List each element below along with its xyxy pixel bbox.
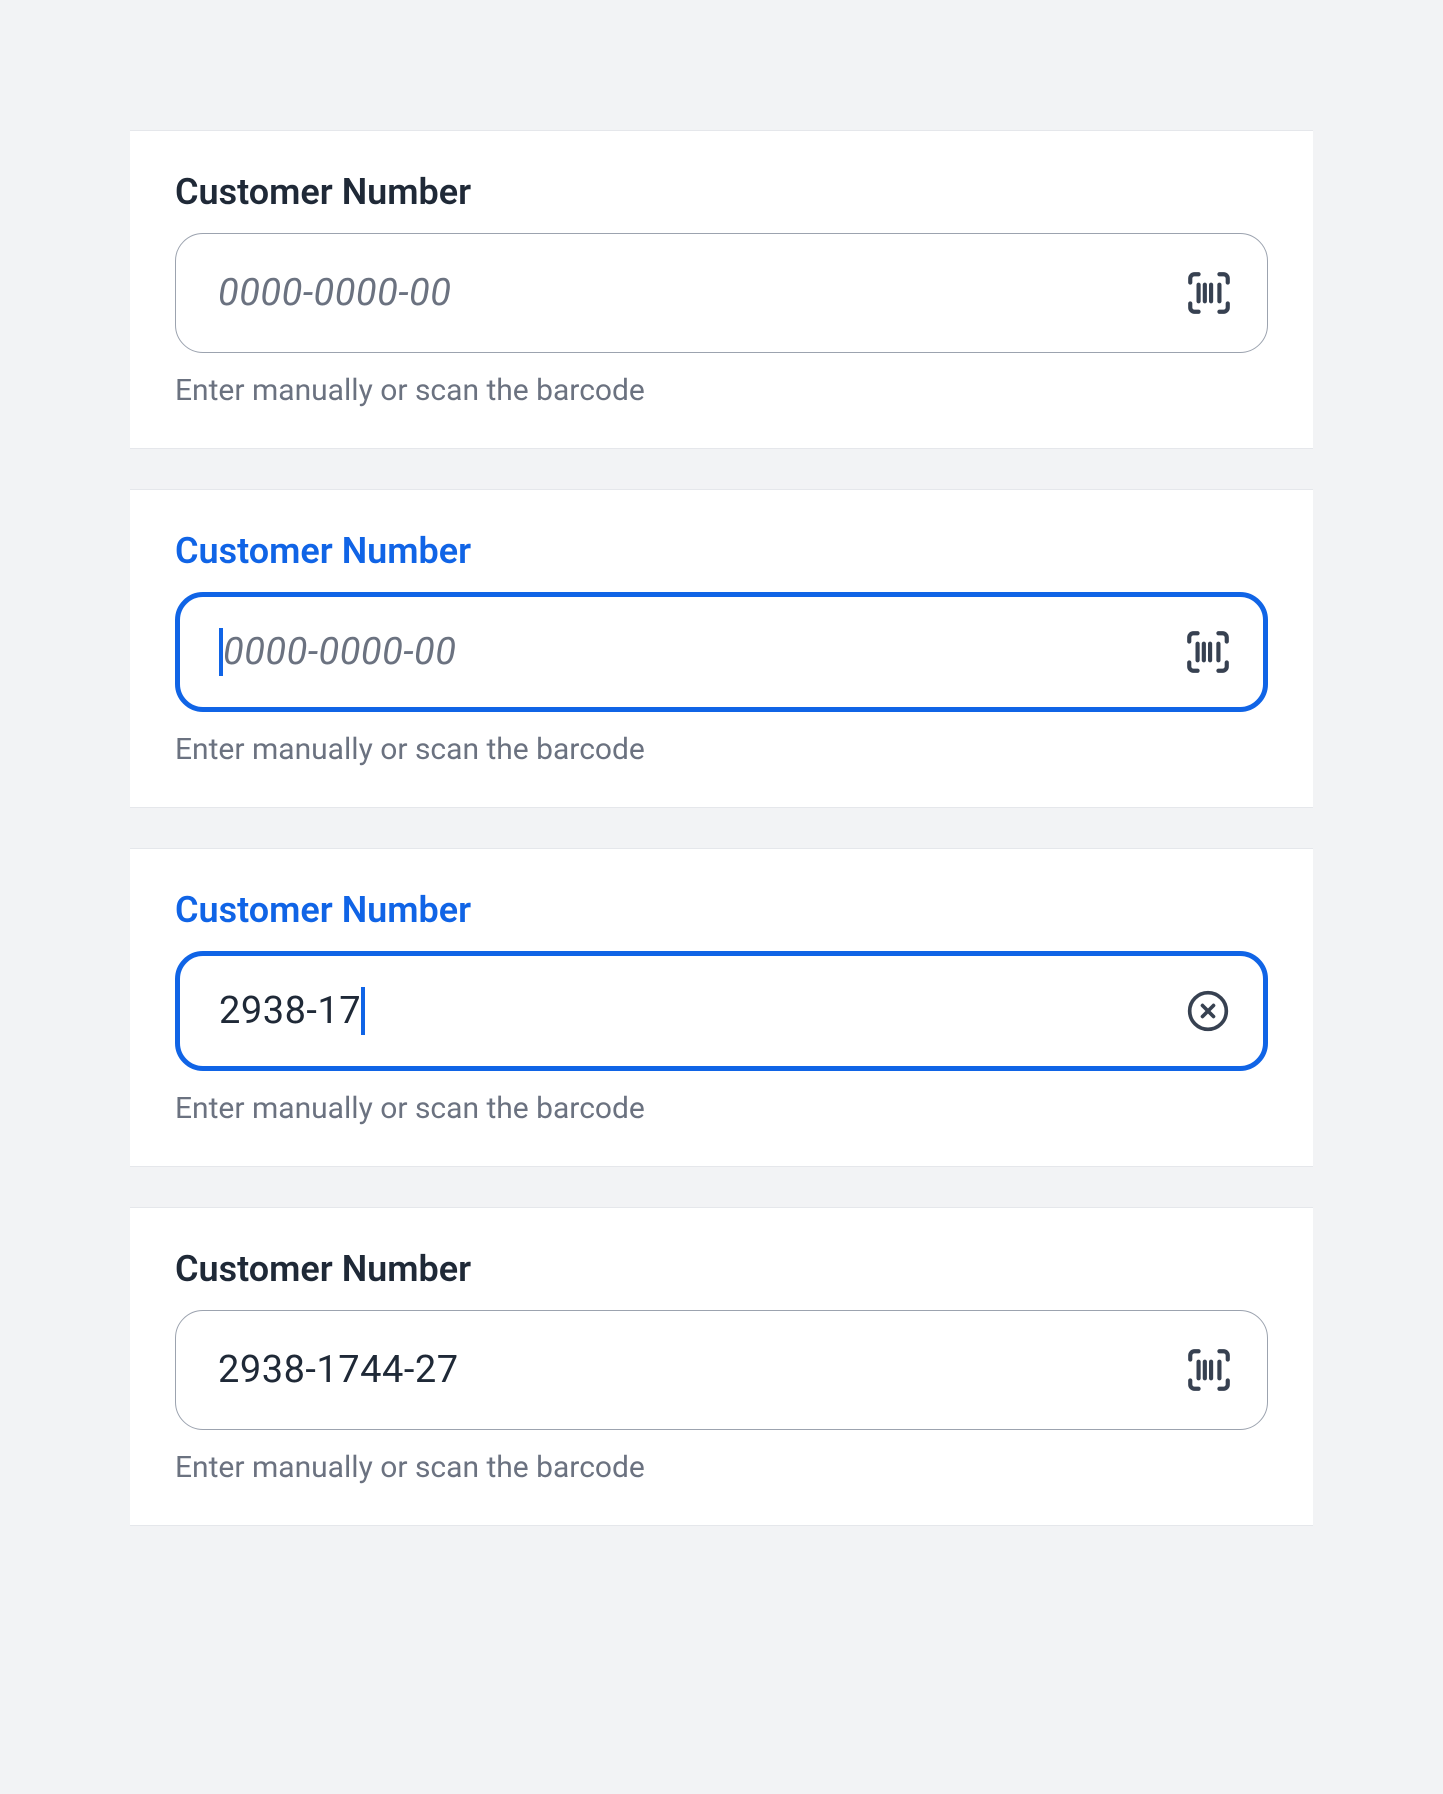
helper-text: Enter manually or scan the barcode [175, 373, 1268, 408]
barcode-scan-icon[interactable] [1182, 626, 1234, 678]
barcode-scan-icon[interactable] [1183, 267, 1235, 319]
input-placeholder: 0000-0000-00 [219, 628, 1182, 676]
input-placeholder: 0000-0000-00 [218, 271, 1183, 315]
clear-input-icon[interactable] [1182, 985, 1234, 1037]
input-field-card: Customer Number 2938-1744-27 Enter manua… [130, 1207, 1313, 1526]
text-caret [361, 987, 365, 1035]
barcode-scan-icon[interactable] [1183, 1344, 1235, 1396]
field-label: Customer Number [175, 1248, 1268, 1290]
customer-number-input[interactable]: 2938-17 [175, 951, 1268, 1071]
input-field-card: Customer Number 0000-0000-00 Enter manua… [130, 489, 1313, 808]
helper-text: Enter manually or scan the barcode [175, 1091, 1268, 1126]
input-field-card: Customer Number 0000-0000-00 Enter manua… [130, 130, 1313, 449]
customer-number-input[interactable]: 2938-1744-27 [175, 1310, 1268, 1430]
field-label: Customer Number [175, 530, 1268, 572]
customer-number-input[interactable]: 0000-0000-00 [175, 592, 1268, 712]
input-field-card: Customer Number 2938-17 Enter manually o… [130, 848, 1313, 1167]
helper-text: Enter manually or scan the barcode [175, 732, 1268, 767]
helper-text: Enter manually or scan the barcode [175, 1450, 1268, 1485]
input-value: 2938-17 [219, 987, 1182, 1035]
input-value: 2938-1744-27 [218, 1348, 1183, 1392]
field-label: Customer Number [175, 171, 1268, 213]
field-label: Customer Number [175, 889, 1268, 931]
customer-number-input[interactable]: 0000-0000-00 [175, 233, 1268, 353]
